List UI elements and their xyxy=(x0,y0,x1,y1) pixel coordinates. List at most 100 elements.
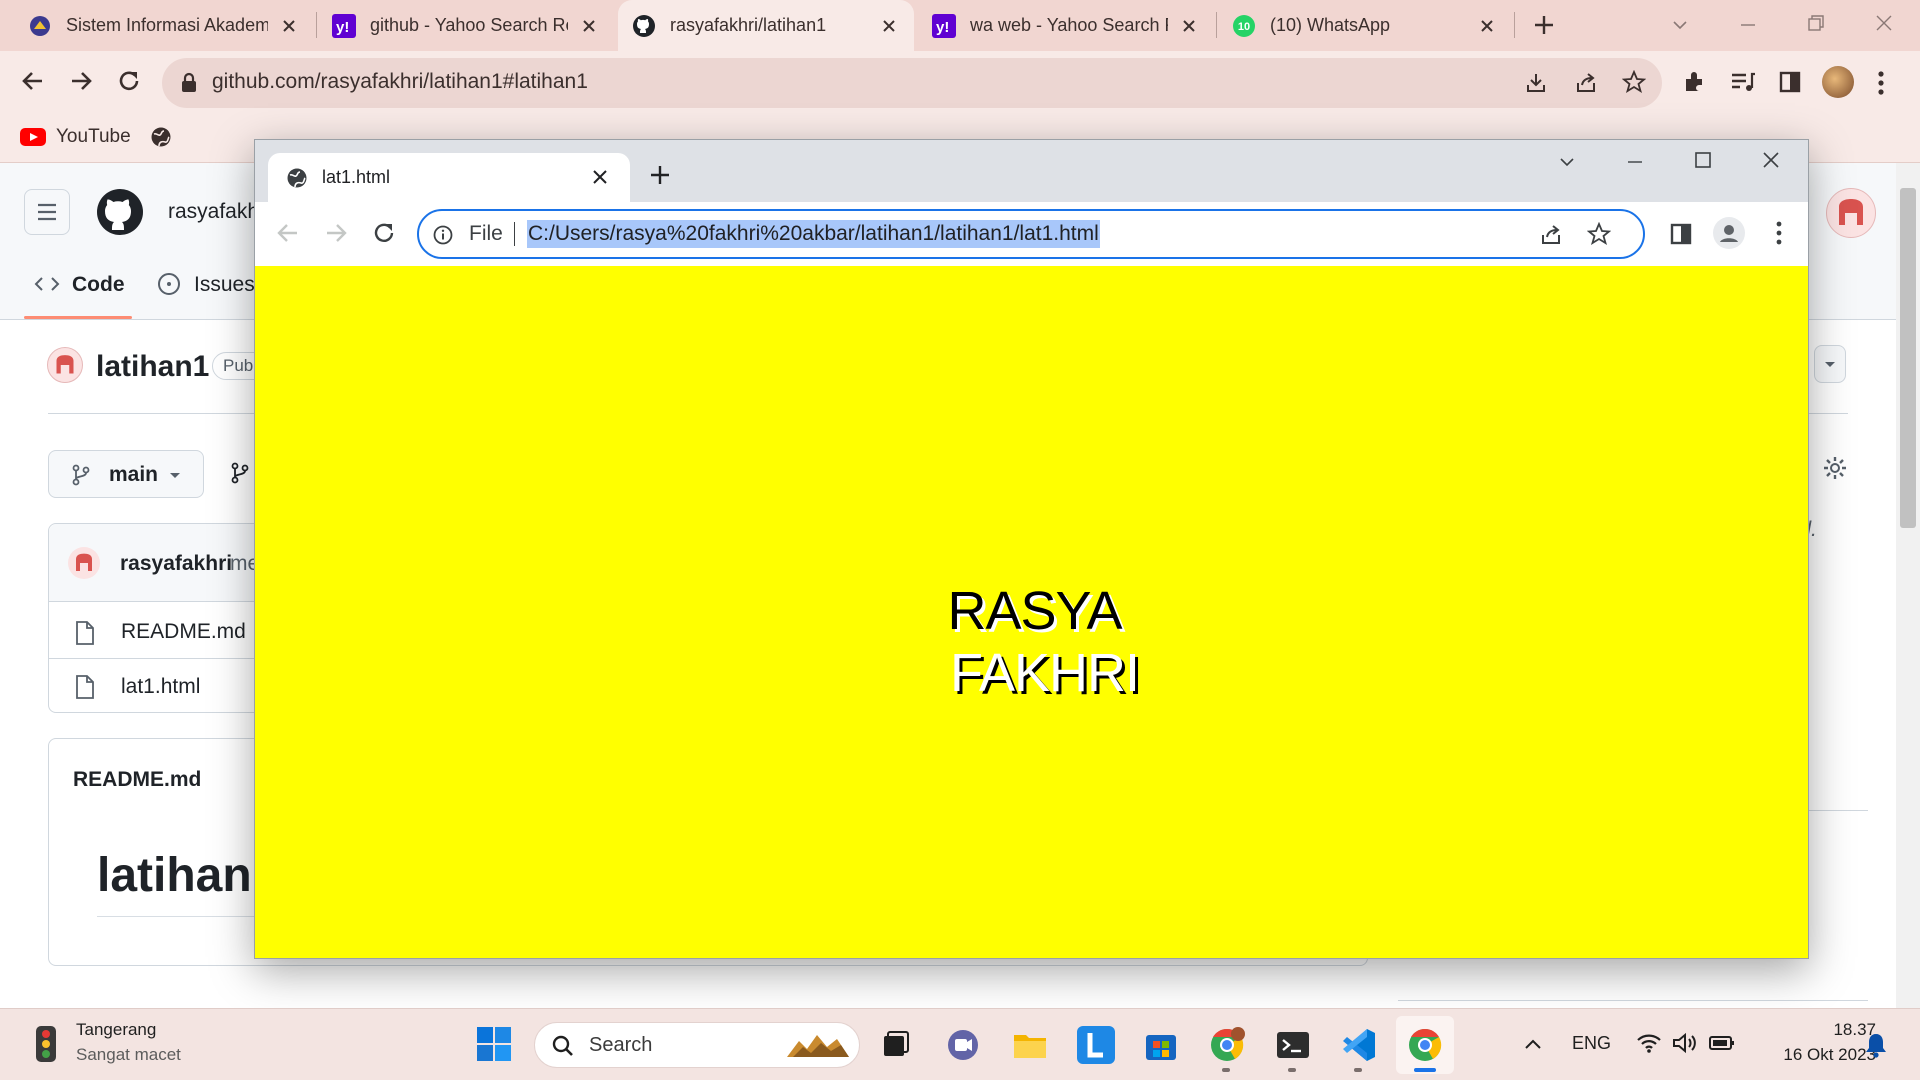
star-icon[interactable] xyxy=(1622,70,1646,94)
close-icon[interactable] xyxy=(1178,15,1200,37)
github-username[interactable]: rasyafakh xyxy=(168,200,259,224)
search-highlight-icon xyxy=(785,1029,851,1061)
tab-sistem-informasi[interactable]: Sistem Informasi Akadem xyxy=(14,0,314,51)
repo-name[interactable]: latihan1 xyxy=(96,350,209,384)
branch-selector[interactable]: main xyxy=(48,450,204,498)
notification-bell-icon[interactable] xyxy=(1864,1032,1888,1058)
vscode-icon[interactable] xyxy=(1340,1026,1378,1064)
forward-icon[interactable] xyxy=(68,68,94,94)
github-logo-icon[interactable] xyxy=(96,188,144,236)
svg-text:10: 10 xyxy=(1238,21,1250,33)
readme-header[interactable]: README.md xyxy=(73,768,201,792)
minimize-button[interactable] xyxy=(1625,152,1645,172)
file-link[interactable]: README.md xyxy=(121,620,246,644)
weather-status[interactable]: Sangat macet xyxy=(76,1045,181,1065)
close-icon[interactable] xyxy=(878,15,900,37)
chrome-icon[interactable] xyxy=(1406,1026,1444,1064)
task-view-icon[interactable] xyxy=(876,1026,914,1064)
search-placeholder: Search xyxy=(589,1034,653,1056)
close-window-button[interactable] xyxy=(1874,13,1894,33)
file-icon xyxy=(74,620,96,646)
avatar[interactable] xyxy=(1822,66,1854,98)
tab-github-yahoo[interactable]: y! github - Yahoo Search Re xyxy=(318,0,614,51)
maximize-button[interactable] xyxy=(1693,150,1713,170)
taskbar-search[interactable]: Search xyxy=(534,1022,860,1068)
reload-icon[interactable] xyxy=(116,68,142,94)
avatar[interactable] xyxy=(1826,188,1876,238)
chevron-up-icon[interactable] xyxy=(1522,1033,1544,1055)
app-l-icon[interactable] xyxy=(1077,1026,1115,1064)
popup-url-text[interactable]: C:/Users/rasya%20fakhri%20akbar/latihan1… xyxy=(527,220,1100,248)
close-icon[interactable] xyxy=(278,15,300,37)
menu-icon[interactable] xyxy=(1774,220,1784,246)
side-panel-icon[interactable] xyxy=(1778,70,1802,94)
new-tab-button[interactable] xyxy=(649,164,671,186)
share-icon[interactable] xyxy=(1574,71,1598,95)
menu-icon[interactable] xyxy=(1876,70,1886,96)
repo-actions-dropdown[interactable] xyxy=(1814,345,1846,383)
caret-down-icon xyxy=(167,467,183,483)
file-link[interactable]: lat1.html xyxy=(121,675,200,699)
chrome-profile-icon[interactable] xyxy=(1208,1026,1246,1064)
address-bar[interactable]: github.com/rasyafakhri/latihan1#latihan1 xyxy=(162,58,1662,108)
scrollbar-thumb[interactable] xyxy=(1900,188,1916,528)
terminal-icon[interactable] xyxy=(1274,1026,1312,1064)
file-explorer-icon[interactable] xyxy=(1011,1026,1049,1064)
install-icon[interactable] xyxy=(1524,71,1548,95)
windows-start-icon[interactable] xyxy=(476,1026,512,1062)
forward-icon[interactable] xyxy=(323,220,349,246)
profile-icon[interactable] xyxy=(1713,217,1745,249)
tab-whatsapp[interactable]: 10 (10) WhatsApp xyxy=(1218,0,1512,51)
popup-tab[interactable]: lat1.html xyxy=(268,153,630,202)
code-icon xyxy=(34,274,60,294)
tab-label: rasyafakhri/latihan1 xyxy=(670,15,827,35)
chevron-down-icon[interactable] xyxy=(1557,152,1577,172)
chevron-down-icon[interactable] xyxy=(1670,15,1690,35)
share-icon[interactable] xyxy=(1539,223,1563,247)
commit-author-avatar xyxy=(68,547,100,579)
language-indicator[interactable]: ENG xyxy=(1572,1033,1611,1054)
divider xyxy=(514,222,515,246)
popup-browser-window: lat1.html File C:/Users/rasya%20fakhri%2… xyxy=(254,139,1809,959)
commit-author[interactable]: rasyafakhri xyxy=(120,552,232,576)
side-panel-icon[interactable] xyxy=(1669,222,1693,246)
tab-strip: Sistem Informasi Akadem y! github - Yaho… xyxy=(0,0,1920,51)
divider xyxy=(1398,1000,1868,1001)
close-icon[interactable] xyxy=(591,168,609,186)
weather-city[interactable]: Tangerang xyxy=(76,1020,156,1040)
page-content: RASYA FAKHRI xyxy=(255,266,1808,958)
close-icon[interactable] xyxy=(578,15,600,37)
restore-button[interactable] xyxy=(1806,13,1826,33)
close-icon[interactable] xyxy=(1476,15,1498,37)
reload-icon[interactable] xyxy=(371,220,397,246)
gear-icon[interactable] xyxy=(1822,455,1848,481)
wifi-icon[interactable] xyxy=(1636,1032,1662,1054)
microsoft-store-icon[interactable] xyxy=(1142,1026,1180,1064)
tab-github-repo[interactable]: rasyafakhri/latihan1 xyxy=(618,0,914,51)
media-control-icon[interactable] xyxy=(1730,70,1756,94)
teams-chat-icon[interactable] xyxy=(944,1026,982,1064)
tab-label: (10) WhatsApp xyxy=(1270,15,1391,35)
close-window-button[interactable] xyxy=(1761,150,1781,170)
volume-icon[interactable] xyxy=(1672,1032,1698,1054)
whatsapp-icon: 10 xyxy=(1232,14,1256,38)
traffic-light-icon[interactable] xyxy=(30,1024,62,1064)
clock-date[interactable]: 16 Okt 2023 xyxy=(1740,1045,1876,1065)
hamburger-menu-button[interactable] xyxy=(24,189,70,235)
minimize-button[interactable] xyxy=(1738,15,1758,35)
popup-address-bar[interactable]: File C:/Users/rasya%20fakhri%20akbar/lat… xyxy=(417,209,1645,259)
branches-icon[interactable] xyxy=(230,462,250,484)
globe-icon[interactable] xyxy=(150,126,172,148)
new-tab-button[interactable] xyxy=(1532,13,1556,37)
extensions-icon[interactable] xyxy=(1682,69,1708,95)
info-icon[interactable] xyxy=(433,225,453,245)
back-icon[interactable] xyxy=(20,68,46,94)
tab-issues[interactable]: Issues xyxy=(194,273,255,297)
tab-code[interactable]: Code xyxy=(72,273,125,297)
tab-wa-yahoo[interactable]: y! wa web - Yahoo Search R xyxy=(918,0,1214,51)
battery-icon[interactable] xyxy=(1708,1033,1736,1053)
bookmark-youtube[interactable]: YouTube xyxy=(20,126,131,148)
back-icon[interactable] xyxy=(275,220,301,246)
repo-owner-avatar xyxy=(47,347,83,383)
star-icon[interactable] xyxy=(1587,222,1611,246)
